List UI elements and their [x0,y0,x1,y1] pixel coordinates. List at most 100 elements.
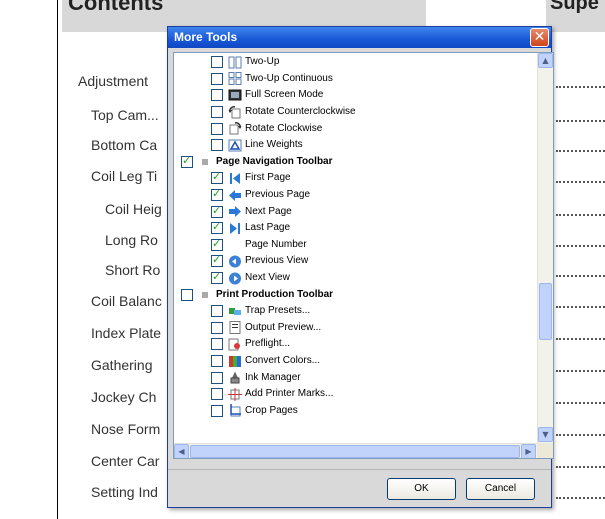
checkbox[interactable] [211,338,223,351]
tool-label: Crop Pages [245,404,298,416]
printer-marks-icon [228,387,242,401]
checkbox[interactable] [211,371,223,384]
checkbox[interactable] [211,106,223,119]
horizontal-scroll-thumb[interactable] [190,445,520,458]
tool-label: Output Preview... [245,321,322,333]
next-view-icon [228,272,242,285]
toc-entry[interactable]: Gathering [91,357,152,373]
checkbox[interactable] [211,56,223,69]
chevron-down-icon: ▼ [542,430,549,439]
checkbox[interactable] [211,305,223,318]
checkbox[interactable] [181,288,193,301]
tool-label: Two-Up [245,56,280,68]
tool-item-last-page[interactable]: Last Page [211,220,290,237]
toc-entry[interactable]: Index Plate [91,325,161,341]
dialog-titlebar[interactable]: More Tools ✕ [168,27,551,48]
tool-item-crop-pages[interactable]: Crop Pages [211,403,298,420]
toc-entry[interactable]: Coil Heig [105,201,162,217]
tool-item-ink-manager[interactable]: Ink Manager [211,369,301,386]
close-button[interactable]: ✕ [530,28,549,47]
checkbox[interactable] [211,187,223,202]
ok-button[interactable]: OK [387,478,456,500]
toc-entry[interactable]: Short Ro [105,262,160,278]
scroll-up-button[interactable]: ▲ [538,53,553,68]
two-up-icon [228,56,242,69]
checkbox[interactable] [211,237,223,251]
tool-label: Two-Up Continuous [245,72,333,84]
tool-item-preflight[interactable]: Preflight... [211,336,290,353]
tool-item-first-page[interactable]: First Page [211,170,291,187]
checkbox[interactable] [181,154,193,168]
toolbar-group-print-production-toolbar[interactable]: Print Production Toolbar [181,286,333,303]
tool-label: Next Page [245,205,292,217]
toc-entry[interactable]: Jockey Ch [91,389,156,405]
tool-item-full-screen-mode[interactable]: Full Screen Mode [211,87,323,104]
tool-label: First Page [245,172,291,184]
tool-item-add-printer-marks[interactable]: Add Printer Marks... [211,386,333,403]
checkbox[interactable] [211,204,223,218]
tool-item-next-view[interactable]: Next View [211,270,290,287]
toc-entry[interactable]: Long Ro [105,232,158,248]
tool-label: Print Production Toolbar [216,288,334,300]
toc-leader-dots [556,466,605,468]
toc-leader-dots [556,306,605,308]
checkbox[interactable] [211,220,223,235]
tool-item-two-up-continuous[interactable]: Two-Up Continuous [211,71,333,88]
chevron-up-icon: ▲ [542,56,549,65]
toc-entry[interactable]: Bottom Ca [91,137,157,153]
toc-entry[interactable]: Coil Leg Ti [91,168,157,184]
toc-leader-dots [556,245,605,247]
toc-leader-dots [556,181,605,183]
toc-leader-dots [556,275,605,277]
checkbox[interactable] [211,321,223,334]
checkbox[interactable] [211,139,223,152]
horizontal-scrollbar[interactable]: ◀ ▶ [174,443,537,458]
toc-entry[interactable]: Coil Balanc [91,293,162,309]
checkbox[interactable] [211,122,223,135]
output-preview-icon [228,321,242,335]
scroll-left-button[interactable]: ◀ [174,444,189,458]
toolbar-group-page-navigation-toolbar[interactable]: Page Navigation Toolbar [181,154,333,171]
checkbox[interactable] [211,388,223,401]
toc-leader-dots [556,370,605,372]
toc-entry[interactable]: Setting Ind [91,484,158,500]
tool-item-next-page[interactable]: Next Page [211,203,292,220]
vertical-scrollbar[interactable]: ▲ ▼ [537,53,553,443]
tool-label: Page Number [245,238,307,250]
first-page-icon [228,172,242,185]
toc-leader-dots [556,86,605,88]
checkbox[interactable] [211,72,223,85]
checkbox[interactable] [211,89,223,102]
tool-item-trap-presets[interactable]: Trap Presets... [211,303,310,320]
tool-item-rotate-clockwise[interactable]: Rotate Clockwise [211,120,322,137]
tool-item-previous-view[interactable]: Previous View [211,253,308,270]
checkbox[interactable] [211,170,223,185]
toc-leader-dots [556,402,605,404]
cancel-button[interactable]: Cancel [466,478,535,500]
tool-item-previous-page[interactable]: Previous Page [211,187,310,204]
toc-entry[interactable]: Nose Form [91,421,160,437]
tool-label: Rotate Clockwise [245,122,323,134]
tool-label: Ink Manager [245,371,301,383]
tools-list: Two-Up Two-Up Continuous Full Screen Mode R… [173,52,554,459]
vertical-scroll-thumb[interactable] [539,283,552,340]
scroll-down-button[interactable]: ▼ [538,427,553,442]
checkbox[interactable] [211,270,223,285]
tool-item-rotate-counterclockwise[interactable]: Rotate Counterclockwise [211,104,356,121]
tool-item-output-preview[interactable]: Output Preview... [211,320,321,337]
toc-entry[interactable]: Adjustment [78,73,148,89]
tool-item-convert-colors[interactable]: Convert Colors... [211,353,320,370]
close-icon: ✕ [533,29,546,45]
last-page-icon [228,222,242,235]
toc-entry[interactable]: Center Car [91,453,159,469]
tool-item-page-number[interactable]: Page Number [211,237,307,254]
scroll-right-button[interactable]: ▶ [521,444,536,458]
checkbox[interactable] [211,253,223,268]
checkbox[interactable] [211,404,223,417]
tool-item-line-weights[interactable]: Line Weights [211,137,303,154]
toc-entry[interactable]: Top Cam... [91,107,159,123]
checkbox[interactable] [211,355,223,368]
tool-item-two-up[interactable]: Two-Up [211,54,279,71]
rotate-cw-icon [228,122,242,135]
right-heading: Supe [550,0,599,14]
